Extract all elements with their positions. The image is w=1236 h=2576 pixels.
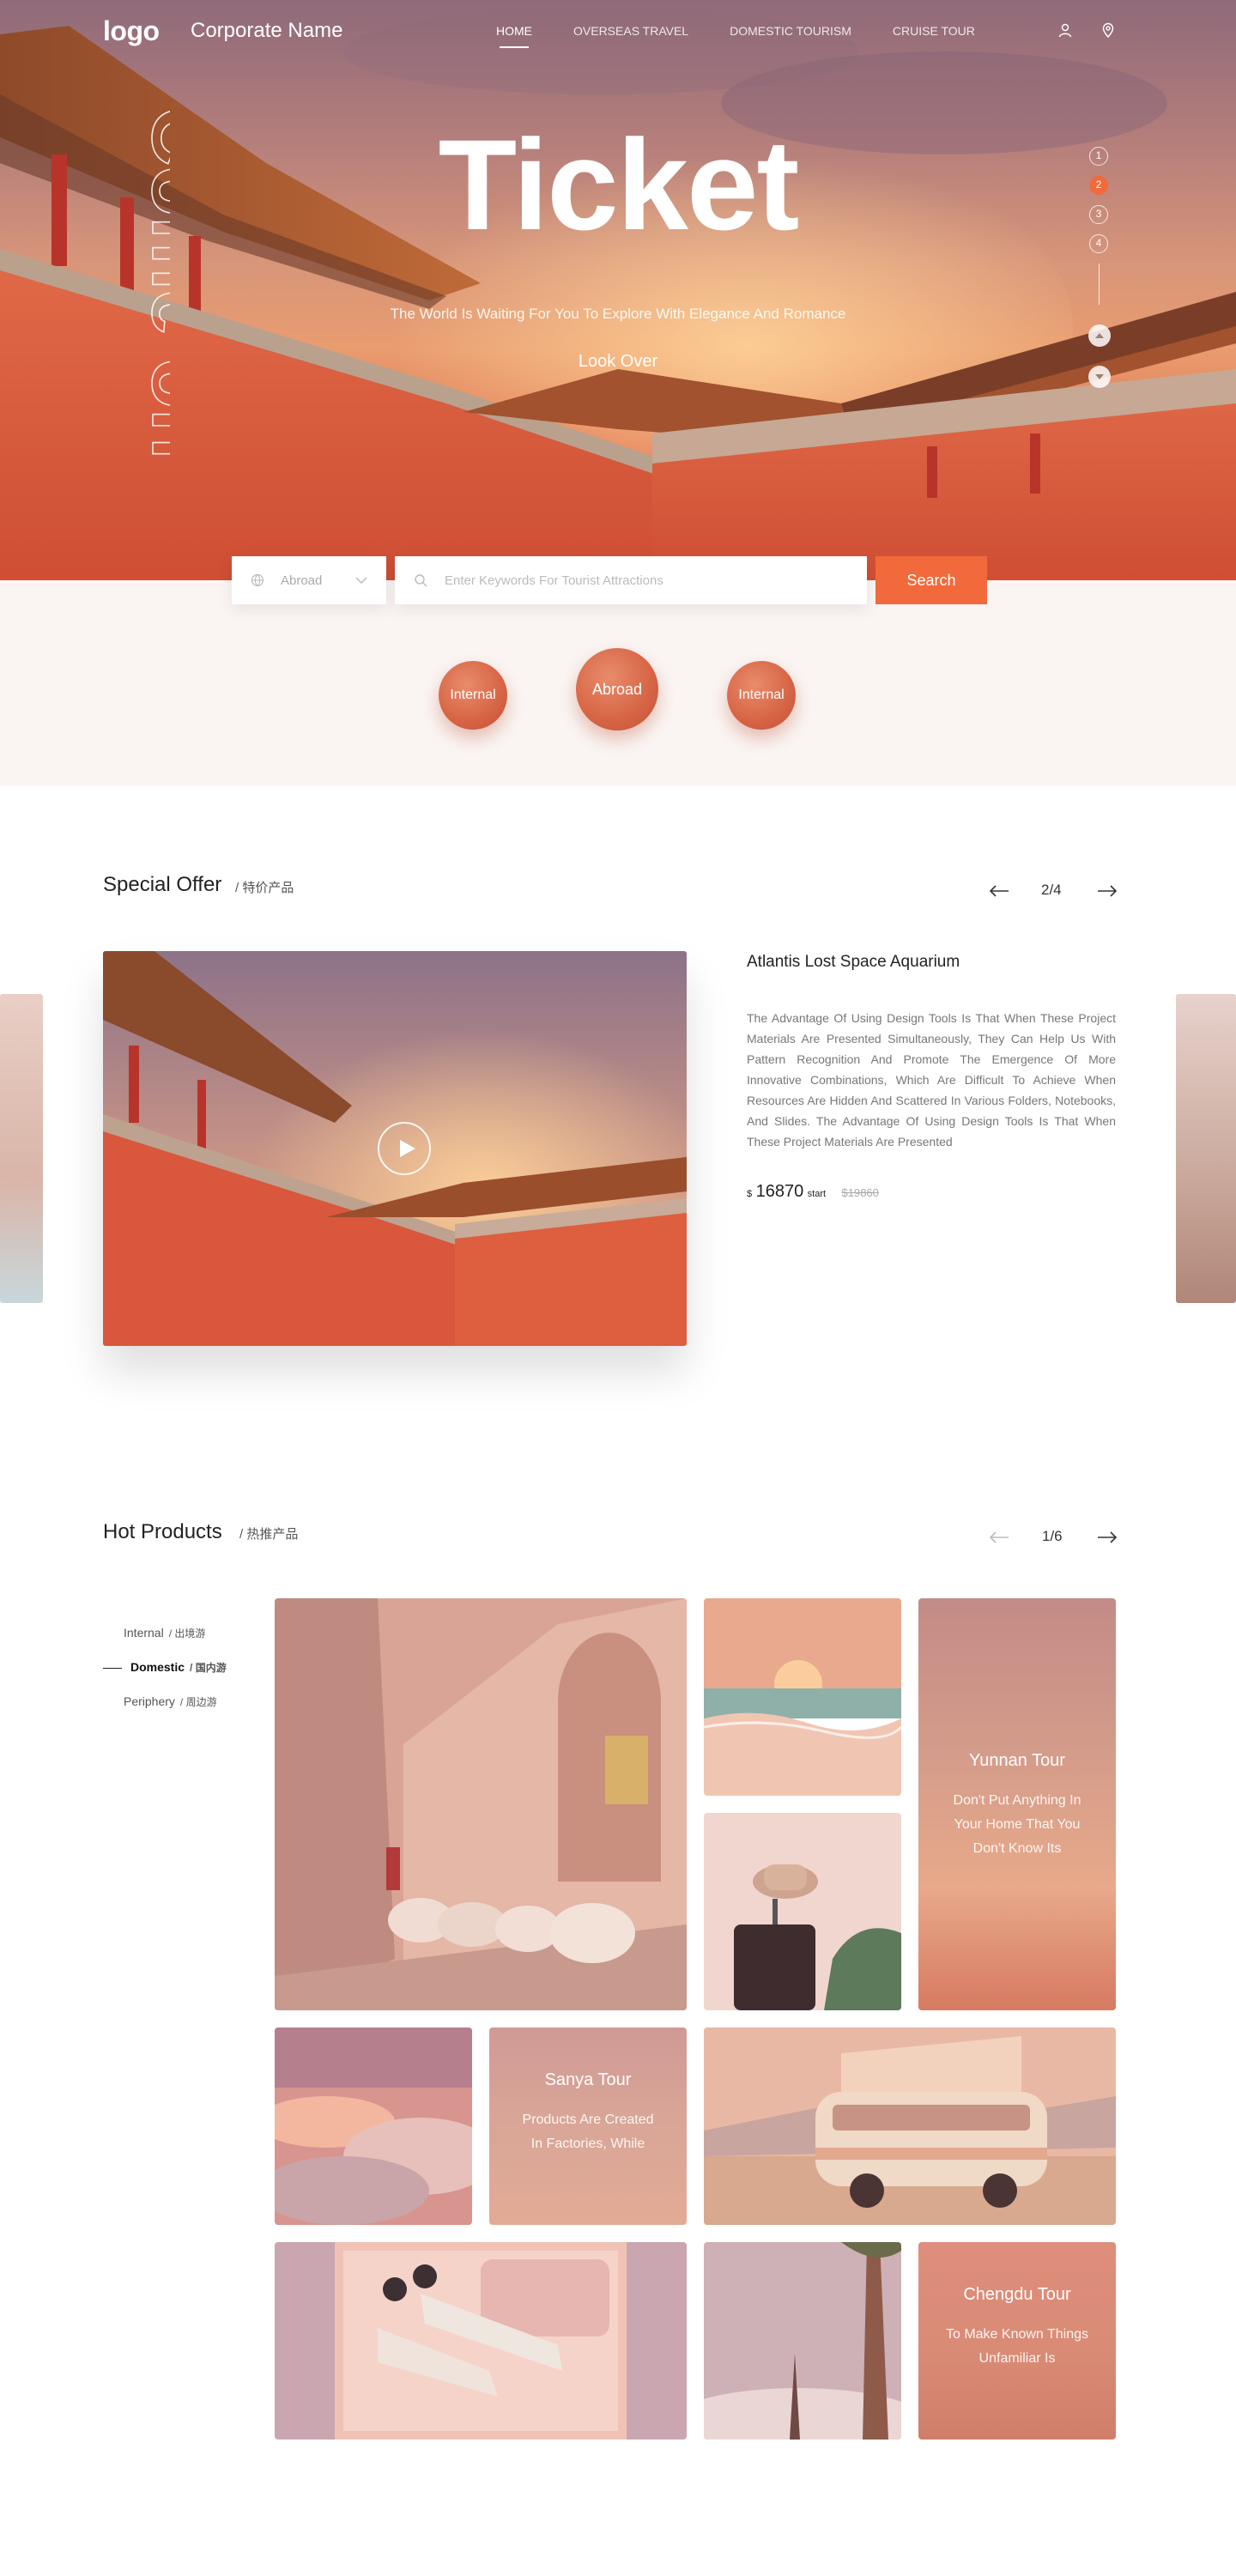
previous-offer-peek[interactable] [0,994,43,1303]
filter-domestic[interactable]: Domestic / 国内游 [130,1660,227,1675]
look-over-link[interactable]: Look Over [0,352,1236,372]
filter-periphery-zh: / 周边游 [179,1696,217,1708]
filter-periphery-label: Periphery [124,1694,175,1708]
filter-internal-label: Internal [124,1626,164,1640]
product-tile-camper-van[interactable] [704,2027,1116,2225]
alley-sheep-photo [275,1598,687,2010]
region-select[interactable]: Abroad [232,556,386,604]
active-filter-indicator [103,1668,122,1669]
keyword-search-box [395,556,867,604]
hot-products-subtitle: / 热推产品 [239,1527,299,1542]
nav-domestic-tourism[interactable]: DOMESTIC TOURISM [730,24,851,38]
product-tile-suitcase-hat[interactable] [704,1813,901,2010]
search-button[interactable]: Search [876,556,987,604]
offer-name[interactable]: Atlantis Lost Space Aquarium [747,953,960,972]
globe-icon [251,573,264,587]
nav-cruise-tour[interactable]: CRUISE TOUR [893,24,975,38]
offer-price: $ 16870 start $19860 [747,1182,879,1202]
filter-periphery[interactable]: Periphery / 周边游 [124,1694,217,1709]
product-tile-sanya[interactable]: Sanya Tour Products Are Created In Facto… [489,2027,687,2225]
product-tile-clouds[interactable] [275,2027,472,2225]
chengdu-tour-text: To Make Known Things Unfamiliar Is [945,2327,1088,2366]
product-tile-yunnan[interactable]: Yunnan Tour Don't Put Anything In Your H… [918,1598,1116,2010]
product-tile-alley-sheep[interactable] [275,1598,687,2010]
region-select-value: Abroad [281,573,323,588]
hero-title: Ticket [438,112,800,257]
hero-subtitle: The World Is Waiting For You To Explore … [390,306,846,322]
location-icon[interactable] [1100,22,1116,38]
filter-domestic-zh: / 国内游 [190,1662,227,1674]
clouds-photo [275,2027,472,2225]
page: logo Corporate Name HOME OVERSEAS TRAVEL… [0,0,1236,2576]
corporate-name: Corporate Name [191,19,343,42]
offer-next-arrow-icon[interactable] [1097,884,1118,898]
price-suffix: start [807,1189,827,1199]
product-tile-luggage-shoes[interactable] [275,2242,687,2440]
hero-dot-1[interactable]: 1 [1089,147,1108,166]
next-offer-peek[interactable] [1176,994,1236,1303]
yunnan-tour-title: Yunnan Tour [969,1751,1065,1770]
category-abroad-bubble[interactable]: Abroad [576,648,658,730]
hero-pager-line [1099,264,1100,305]
main-nav: HOME OVERSEAS TRAVEL DOMESTIC TOURISM CR… [496,24,1016,48]
play-button[interactable] [378,1122,431,1175]
filter-internal[interactable]: Internal / 出境游 [124,1626,205,1640]
keyword-search-input[interactable] [445,568,839,592]
user-icon[interactable] [1057,22,1073,38]
nav-overseas-travel[interactable]: OVERSEAS TRAVEL [573,24,688,38]
nav-home[interactable]: HOME [496,24,532,48]
price-currency: $ [747,1189,753,1199]
forbidden-city-hero-image [0,9,1236,580]
offer-description: The Advantage Of Using Design Tools Is T… [747,1011,1116,1149]
hot-next-arrow-icon[interactable] [1097,1530,1118,1544]
hot-prev-arrow-icon[interactable] [989,1530,1009,1544]
camper-van-photo [704,2027,1116,2225]
offer-pager: 2/4 [1041,882,1062,898]
caret-down-icon [1095,374,1104,379]
product-tile-beach[interactable] [704,1598,901,1796]
old-price: $19860 [841,1186,879,1199]
offer-prev-arrow-icon[interactable] [989,884,1009,898]
yunnan-tour-text: Don't Put Anything In Your Home That You… [953,1793,1082,1856]
price-value: 16870 [755,1182,804,1201]
hero-pager: 1 2 3 4 [1089,147,1110,264]
product-tile-tower[interactable] [704,2242,901,2440]
hero-banner: logo Corporate Name HOME OVERSEAS TRAVEL… [0,0,1236,580]
filter-domestic-label: Domestic [130,1660,185,1674]
logo[interactable]: logo [103,15,160,47]
beach-photo [704,1598,901,1796]
search-icon [415,574,427,587]
category-internal-bubble-2[interactable]: Internal [727,661,796,730]
hero-down-button[interactable] [1088,366,1111,388]
sanya-tour-text: Products Are Created In Factories, While [522,2112,654,2151]
caret-up-icon [1095,333,1104,338]
hero-up-button[interactable] [1088,324,1111,347]
hot-products-title: Hot Products [103,1520,222,1543]
filter-internal-zh: / 出境游 [168,1627,206,1640]
hero-dot-2[interactable]: 2 [1089,176,1108,195]
special-offer-title: Special Offer [103,873,222,896]
hero-dot-4[interactable]: 4 [1089,234,1108,253]
hero-dot-3[interactable]: 3 [1089,205,1108,224]
play-icon [400,1140,415,1157]
suitcase-hat-photo [704,1813,901,2010]
category-internal-bubble[interactable]: Internal [439,661,507,730]
product-tile-chengdu[interactable]: Chengdu Tour To Make Known Things Unfami… [918,2242,1116,2440]
luggage-shoes-photo [275,2242,687,2440]
chengdu-tour-title: Chengdu Tour [963,2285,1071,2304]
sanya-tour-title: Sanya Tour [544,2070,632,2089]
hot-pager: 1/6 [1042,1528,1063,1544]
special-offer-subtitle: / 特价产品 [235,881,294,895]
chevron-down-icon [355,577,367,585]
tower-photo [704,2242,901,2440]
